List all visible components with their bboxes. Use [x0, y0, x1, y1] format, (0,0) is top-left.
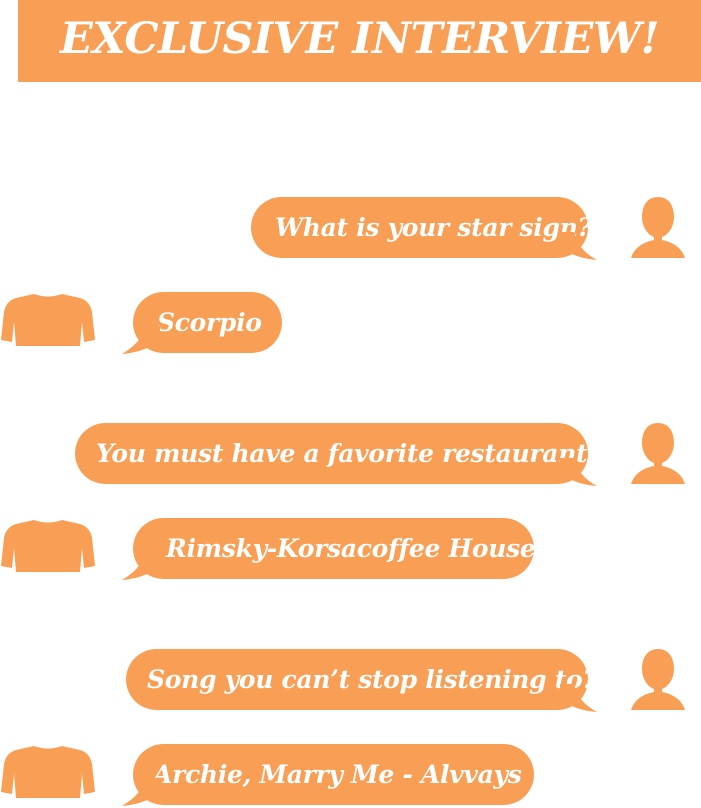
answer-text: Archie, Marry Me - Alvvays — [153, 760, 522, 789]
sweater-icon — [1, 294, 95, 346]
answer-bubble: Rimsky-Korsacoffee House — [133, 518, 536, 579]
bubble-tail — [122, 778, 160, 806]
question-bubble: What is your star sign? — [251, 197, 592, 258]
answer-bubble: Archie, Marry Me - Alvvays — [133, 744, 534, 805]
question-text: What is your star sign? — [275, 213, 592, 242]
header-banner: EXCLUSIVE INTERVIEW! — [18, 0, 701, 82]
person-icon — [631, 649, 685, 710]
bubble-tail — [560, 684, 597, 712]
bubble-tail — [560, 232, 597, 260]
answer-text: Rimsky-Korsacoffee House — [166, 534, 536, 563]
person-icon — [631, 423, 685, 484]
sweater-icon — [1, 520, 95, 572]
question-bubble: Song you can’t stop listening to? — [126, 649, 597, 710]
question-bubble: You must have a favorite restaurant? — [75, 423, 602, 484]
bubble-tail — [122, 552, 160, 580]
page-title: EXCLUSIVE INTERVIEW! — [59, 14, 660, 64]
person-icon — [631, 197, 685, 258]
question-text: Song you can’t stop listening to? — [147, 665, 597, 694]
bubble-tail — [560, 458, 597, 486]
answer-text: Scorpio — [157, 308, 262, 337]
sweater-icon — [1, 746, 95, 798]
question-text: You must have a favorite restaurant? — [96, 439, 602, 468]
bubble-tail — [122, 326, 160, 354]
